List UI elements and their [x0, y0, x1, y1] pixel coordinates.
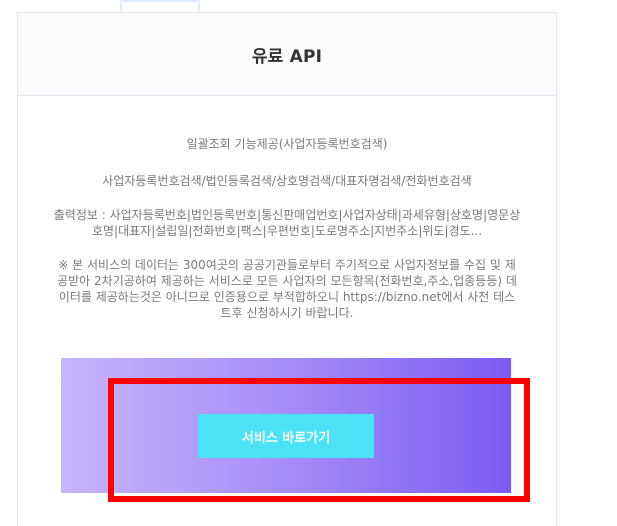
output-line: 출력정보 : 사업자등록번호|법인등록번호|통신판매업번호|사업자상태|과세유형… [53, 208, 521, 222]
card-body: 일괄조회 기능제공(사업자등록번호검색) 사업자등록번호검색/법인등록검색/상호… [18, 136, 556, 321]
notice-line: ※ 본 서비스의 데이터는 300여곳의 공공기관들로부터 주기적으로 사업자정… [58, 258, 516, 272]
notice-text: ※ 본 서비스의 데이터는 300여곳의 공공기관들로부터 주기적으로 사업자정… [32, 257, 542, 321]
notice-line: 공받아 2차기공하여 제공하는 서비스로 모든 사업자의 모든항목(전화번호,주… [57, 274, 517, 288]
service-shortcut-button[interactable]: 서비스 바로가기 [198, 414, 374, 458]
search-types-text: 사업자등록번호검색/법인등록검색/상호명검색/대표자명검색/전화번호검색 [102, 174, 472, 188]
card-header: 유료 API [18, 13, 556, 96]
card-title: 유료 API [251, 46, 323, 67]
feature-text: 일괄조회 기능제공(사업자등록번호검색) [186, 137, 388, 151]
notice-line: 트후 신청하시기 바랍니다. [220, 306, 354, 320]
notice-line: 이터를 제공하는것은 아니므로 인증용으로 부적합하오니 https://biz… [58, 290, 516, 304]
output-line: 호명|대표자|설립일|전화번호|팩스|우편번호|도로명주소|지번주소|위도|경도… [91, 224, 483, 238]
output-info: 출력정보 : 사업자등록번호|법인등록번호|통신판매업번호|사업자상태|과세유형… [32, 207, 542, 239]
